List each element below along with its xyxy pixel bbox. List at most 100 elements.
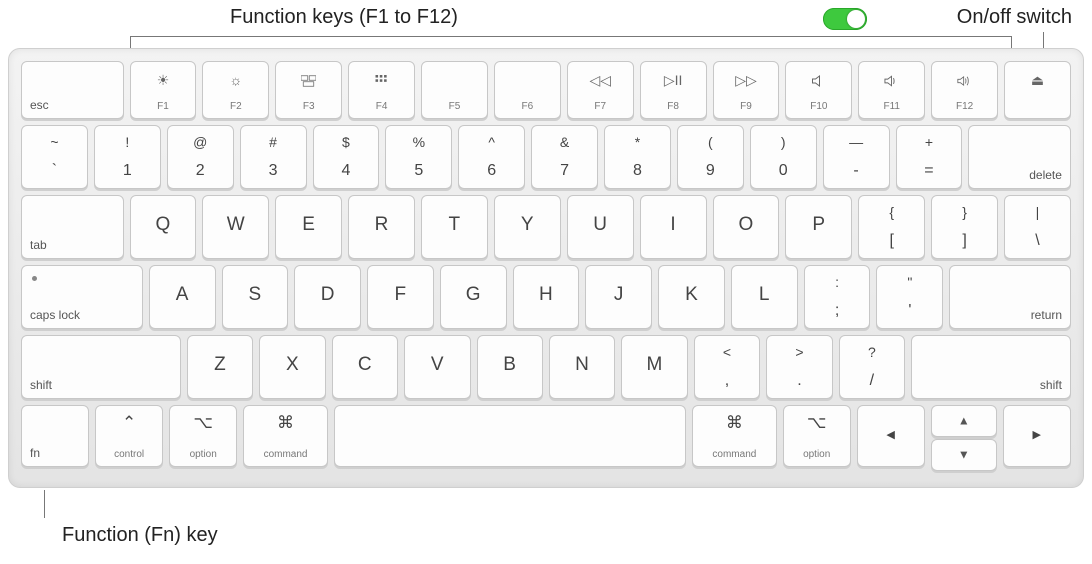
key-c[interactable]: C (332, 335, 398, 399)
key-f10[interactable]: F10 (785, 61, 852, 119)
keyboard-body: esc ☀︎ F1 ☼ F2 F3 F4 F5 (8, 48, 1084, 488)
key-d[interactable]: D (294, 265, 361, 329)
arrow-vertical-stack: ▲ ▼ (931, 405, 997, 471)
key-i[interactable]: I (640, 195, 707, 259)
key-y[interactable]: Y (494, 195, 561, 259)
key-0[interactable]: )0 (750, 125, 817, 189)
key-option-right[interactable]: ⌥option (783, 405, 851, 467)
key-f9[interactable]: ▷▷ F9 (713, 61, 780, 119)
key-m[interactable]: M (621, 335, 687, 399)
key-w[interactable]: W (202, 195, 269, 259)
callout-row: Function keys (F1 to F12) On/off switch (0, 6, 1092, 46)
key-z[interactable]: Z (187, 335, 253, 399)
key-6[interactable]: ^6 (458, 125, 525, 189)
key-5[interactable]: %5 (385, 125, 452, 189)
key-quote[interactable]: "' (876, 265, 943, 329)
callout-fn-key: Function (Fn) key (62, 524, 218, 547)
fn-leader-line (44, 490, 45, 518)
key-f4[interactable]: F4 (348, 61, 415, 119)
key-minus[interactable]: —- (823, 125, 890, 189)
key-caps-lock[interactable]: caps lock (21, 265, 143, 329)
key-command-left[interactable]: ⌘command (243, 405, 328, 467)
row-number: ~` !1 @2 #3 $4 %5 ^6 &7 *8 (9 )0 —- += d… (21, 125, 1071, 189)
key-7[interactable]: &7 (531, 125, 598, 189)
key-n[interactable]: N (549, 335, 615, 399)
key-bracket-left[interactable]: {[ (858, 195, 925, 259)
key-h[interactable]: H (513, 265, 580, 329)
rewind-icon: ◁◁ (568, 72, 633, 89)
key-shift-right[interactable]: shift (911, 335, 1071, 399)
arrow-left-icon: ◀ (858, 428, 924, 441)
key-1[interactable]: !1 (94, 125, 161, 189)
key-delete[interactable]: delete (968, 125, 1071, 189)
key-space[interactable] (334, 405, 686, 467)
key-f[interactable]: F (367, 265, 434, 329)
key-p[interactable]: P (785, 195, 852, 259)
key-slash[interactable]: ?/ (839, 335, 905, 399)
key-f5[interactable]: F5 (421, 61, 488, 119)
key-f7[interactable]: ◁◁ F7 (567, 61, 634, 119)
key-b[interactable]: B (477, 335, 543, 399)
switch-knob (847, 10, 865, 28)
key-v[interactable]: V (404, 335, 470, 399)
key-period[interactable]: >. (766, 335, 832, 399)
key-x[interactable]: X (259, 335, 325, 399)
eject-icon: ⏏ (1005, 72, 1070, 89)
key-fn[interactable]: fn (21, 405, 89, 467)
key-shift-left[interactable]: shift (21, 335, 181, 399)
arrow-right-icon: ▶ (1004, 428, 1070, 441)
option-symbol-icon: ⌥ (170, 413, 236, 433)
control-symbol-icon: ⌃ (96, 413, 162, 433)
key-arrow-up[interactable]: ▲ (931, 405, 997, 437)
row-bottom: shift Z X C V B N M <, >. ?/ shift (21, 335, 1071, 399)
key-equals[interactable]: += (896, 125, 963, 189)
volume-down-icon (859, 72, 924, 88)
key-3[interactable]: #3 (240, 125, 307, 189)
key-4[interactable]: $4 (313, 125, 380, 189)
key-8[interactable]: *8 (604, 125, 671, 189)
key-o[interactable]: O (713, 195, 780, 259)
key-l[interactable]: L (731, 265, 798, 329)
key-g[interactable]: G (440, 265, 507, 329)
key-f3[interactable]: F3 (275, 61, 342, 119)
key-9[interactable]: (9 (677, 125, 744, 189)
key-grave[interactable]: ~` (21, 125, 88, 189)
key-arrow-left[interactable]: ◀ (857, 405, 925, 467)
key-bracket-right[interactable]: }] (931, 195, 998, 259)
key-return[interactable]: return (949, 265, 1071, 329)
key-comma[interactable]: <, (694, 335, 760, 399)
key-f1[interactable]: ☀︎ F1 (130, 61, 197, 119)
key-r[interactable]: R (348, 195, 415, 259)
key-tab[interactable]: tab (21, 195, 124, 259)
key-q[interactable]: Q (130, 195, 197, 259)
key-j[interactable]: J (585, 265, 652, 329)
option-symbol-icon: ⌥ (784, 413, 850, 433)
key-f12[interactable]: F12 (931, 61, 998, 119)
key-2[interactable]: @2 (167, 125, 234, 189)
key-f2[interactable]: ☼ F2 (202, 61, 269, 119)
key-eject[interactable]: ⏏ (1004, 61, 1071, 119)
key-command-right[interactable]: ⌘command (692, 405, 777, 467)
key-semicolon[interactable]: :; (804, 265, 871, 329)
key-f11[interactable]: F11 (858, 61, 925, 119)
key-k[interactable]: K (658, 265, 725, 329)
key-esc[interactable]: esc (21, 61, 124, 119)
key-backslash[interactable]: |\ (1004, 195, 1071, 259)
key-control[interactable]: ⌃control (95, 405, 163, 467)
key-e[interactable]: E (275, 195, 342, 259)
callout-function-keys: Function keys (F1 to F12) (230, 6, 458, 29)
key-arrow-right[interactable]: ▶ (1003, 405, 1071, 467)
key-t[interactable]: T (421, 195, 488, 259)
on-off-switch[interactable] (823, 8, 867, 30)
key-f8[interactable]: ▷II F8 (640, 61, 707, 119)
brightness-down-icon: ☀︎ (131, 72, 196, 89)
mission-control-icon (276, 72, 341, 88)
key-arrow-down[interactable]: ▼ (931, 439, 997, 471)
key-a[interactable]: A (149, 265, 216, 329)
key-u[interactable]: U (567, 195, 634, 259)
key-option-left[interactable]: ⌥option (169, 405, 237, 467)
brightness-up-icon: ☼ (203, 72, 268, 88)
launchpad-icon (349, 72, 414, 88)
key-s[interactable]: S (222, 265, 289, 329)
key-f6[interactable]: F6 (494, 61, 561, 119)
